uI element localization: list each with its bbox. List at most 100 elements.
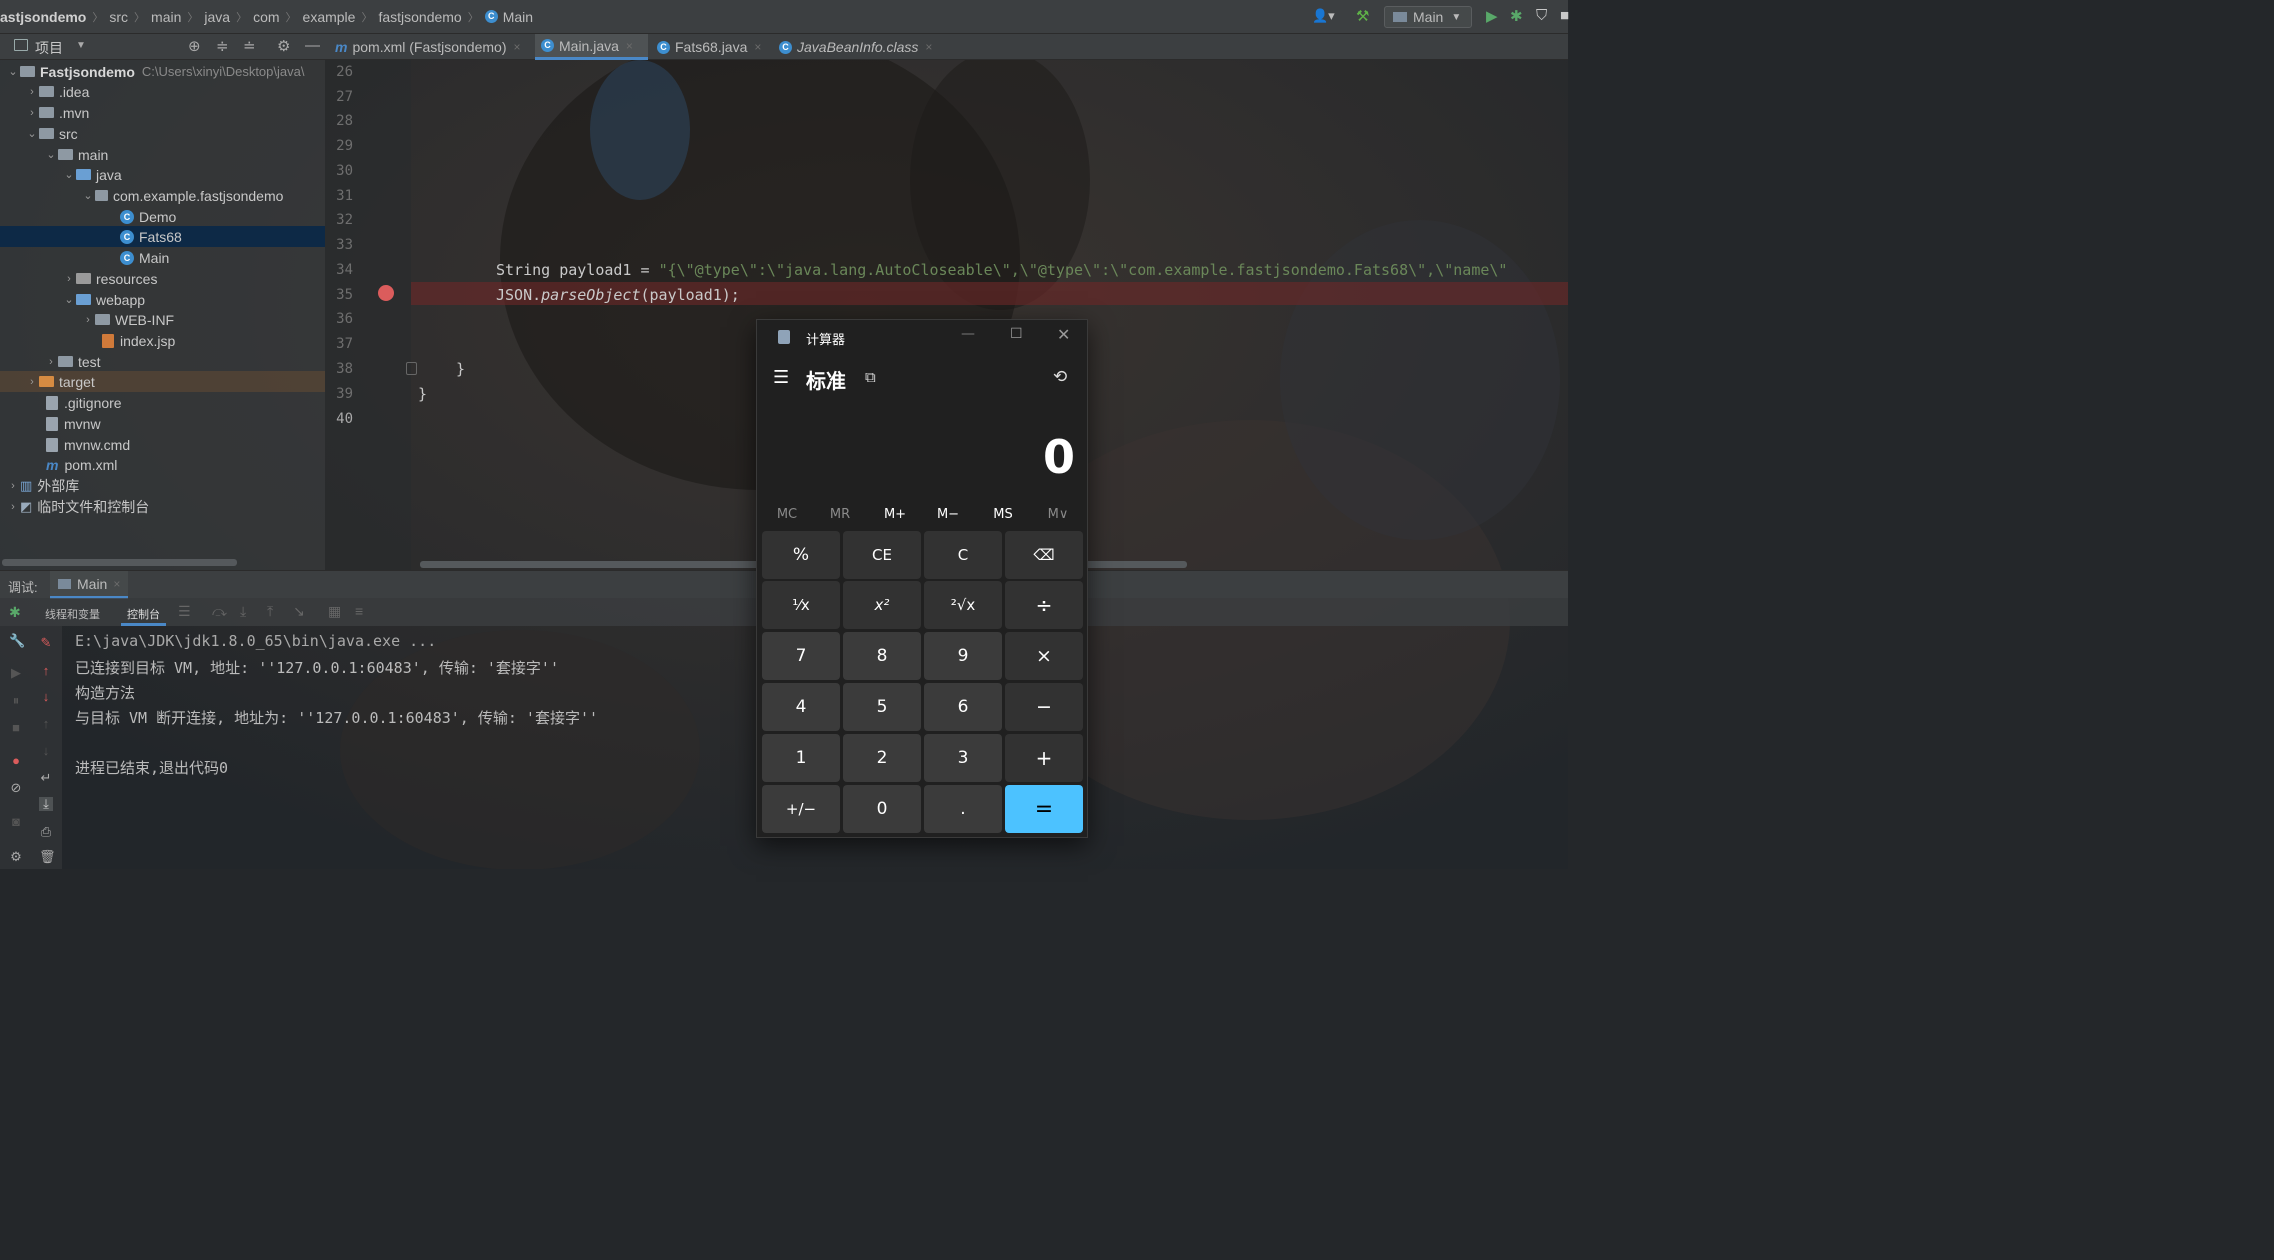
digit-9-button[interactable]: 9 bbox=[924, 632, 1002, 680]
breadcrumb-main[interactable]: main bbox=[151, 9, 181, 25]
chevron-right-icon[interactable]: › bbox=[81, 314, 95, 326]
reciprocal-button[interactable]: ¹⁄x bbox=[762, 581, 840, 629]
tree-item-web-inf[interactable]: › WEB-INF bbox=[0, 309, 325, 330]
breadcrumb-example[interactable]: example bbox=[303, 9, 356, 25]
tree-item-mvnw[interactable]: mvnw bbox=[0, 413, 325, 434]
maximize-icon[interactable]: ☐ bbox=[1010, 326, 1023, 342]
tree-item-src[interactable]: ⌄ src bbox=[0, 123, 325, 144]
memory-clear-button[interactable]: MC bbox=[767, 507, 807, 522]
tree-item-fats68[interactable]: C Fats68 bbox=[0, 226, 325, 247]
digit-3-button[interactable]: 3 bbox=[924, 734, 1002, 782]
chevron-down-icon[interactable]: ⌄ bbox=[25, 127, 39, 140]
digit-1-button[interactable]: 1 bbox=[762, 734, 840, 782]
scroll-to-end-icon[interactable]: ⤓ bbox=[39, 797, 53, 811]
breadcrumb-project[interactable]: astjsondemo bbox=[0, 9, 86, 25]
project-view-dropdown-icon[interactable]: ▼ bbox=[76, 40, 86, 51]
tab-main-java[interactable]: C Main.java × bbox=[535, 34, 648, 60]
print-icon[interactable]: ⎙ bbox=[39, 825, 53, 839]
digit-8-button[interactable]: 8 bbox=[843, 632, 921, 680]
digit-2-button[interactable]: 2 bbox=[843, 734, 921, 782]
tree-item-package[interactable]: ⌄ com.example.fastjsondemo bbox=[0, 185, 325, 206]
tree-item-idea[interactable]: › .idea bbox=[0, 81, 325, 102]
memory-add-button[interactable]: M+ bbox=[875, 507, 915, 522]
tree-item-scratches[interactable]: › ◩ 临时文件和控制台 bbox=[0, 496, 325, 517]
arrow-up-icon[interactable]: ↑ bbox=[39, 664, 53, 678]
close-icon[interactable]: × bbox=[626, 39, 633, 53]
tree-item-mvn[interactable]: › .mvn bbox=[0, 102, 325, 123]
tree-item-external-libraries[interactable]: › ▥ 外部库 bbox=[0, 475, 325, 496]
stop-icon[interactable]: ■ bbox=[1560, 7, 1569, 24]
tree-item-project-root[interactable]: ⌄ Fastjsondemo C:\Users\xinyi\Desktop\ja… bbox=[0, 61, 325, 82]
debug-bug-icon[interactable]: ✱ bbox=[1510, 7, 1523, 25]
tree-item-mvnw-cmd[interactable]: mvnw.cmd bbox=[0, 434, 325, 455]
chevron-right-icon[interactable]: › bbox=[25, 107, 39, 119]
tab-threads-variables[interactable]: 线程和变量 bbox=[45, 606, 100, 622]
arrow-down-icon[interactable]: ↓ bbox=[39, 690, 53, 704]
tree-item-pom-xml[interactable]: m pom.xml bbox=[0, 454, 325, 475]
tree-item-webapp[interactable]: ⌄ webapp bbox=[0, 289, 325, 310]
digit-0-button[interactable]: 0 bbox=[843, 785, 921, 833]
subtract-button[interactable]: − bbox=[1005, 683, 1083, 731]
tab-console[interactable]: 控制台 bbox=[121, 598, 166, 626]
breakpoint-icon[interactable] bbox=[378, 285, 394, 301]
divide-button[interactable]: ÷ bbox=[1005, 581, 1083, 629]
tree-item-demo[interactable]: C Demo bbox=[0, 206, 325, 227]
digit-7-button[interactable]: 7 bbox=[762, 632, 840, 680]
locate-icon[interactable]: ⊕ bbox=[188, 37, 201, 55]
run-to-cursor-icon[interactable]: ↘ bbox=[293, 603, 305, 620]
square-root-button[interactable]: ²√x bbox=[924, 581, 1002, 629]
clear-entry-button[interactable]: CE bbox=[843, 531, 921, 579]
tree-item-main-class[interactable]: C Main bbox=[0, 247, 325, 268]
tree-item-target[interactable]: › target bbox=[0, 371, 325, 392]
menu-icon[interactable]: ☰ bbox=[178, 603, 191, 620]
run-icon[interactable]: ▶ bbox=[1486, 7, 1498, 25]
chevron-down-icon[interactable]: ⌄ bbox=[6, 65, 20, 78]
close-icon[interactable]: ✕ bbox=[1057, 325, 1070, 344]
chevron-right-icon[interactable]: › bbox=[62, 273, 76, 285]
close-icon[interactable]: × bbox=[925, 40, 932, 54]
tab-pom-xml[interactable]: m pom.xml (Fastjsondemo) × bbox=[329, 34, 527, 60]
tree-item-index-jsp[interactable]: index.jsp bbox=[0, 330, 325, 351]
chevron-right-icon[interactable]: › bbox=[25, 376, 39, 388]
chevron-right-icon[interactable]: › bbox=[25, 86, 39, 98]
square-button[interactable]: x² bbox=[843, 581, 921, 629]
user-icon[interactable]: 👤▾ bbox=[1312, 8, 1335, 24]
project-panel-title[interactable]: 项目 bbox=[35, 38, 63, 58]
percent-button[interactable]: % bbox=[762, 531, 840, 579]
expand-all-icon[interactable]: ≑ bbox=[216, 37, 229, 55]
close-icon[interactable]: × bbox=[754, 40, 761, 54]
digit-4-button[interactable]: 4 bbox=[762, 683, 840, 731]
hamburger-menu-icon[interactable]: ☰ bbox=[773, 367, 789, 388]
step-out-icon[interactable]: ⤒ bbox=[267, 603, 273, 620]
gear-icon[interactable]: ⚙ bbox=[277, 37, 290, 55]
arrow-down-icon[interactable]: ↓ bbox=[39, 744, 53, 758]
close-icon[interactable]: × bbox=[113, 577, 120, 591]
coverage-icon[interactable]: ⛉ bbox=[1536, 7, 1547, 24]
backspace-button[interactable]: ⌫ bbox=[1005, 531, 1083, 579]
history-icon[interactable]: ⟲ bbox=[1053, 367, 1067, 387]
chevron-down-icon[interactable]: ⌄ bbox=[62, 168, 76, 181]
mute-breakpoints-icon[interactable]: ⊘ bbox=[9, 781, 23, 795]
breadcrumb-java[interactable]: java bbox=[204, 9, 230, 25]
clear-icon[interactable]: ✎ bbox=[39, 636, 53, 650]
tree-item-test[interactable]: › test bbox=[0, 351, 325, 372]
arrow-up-icon[interactable]: ↑ bbox=[39, 717, 53, 731]
evaluate-icon[interactable]: ▦ bbox=[328, 603, 341, 620]
stop-icon[interactable]: ■ bbox=[9, 721, 23, 735]
step-over-icon[interactable]: ⤼ bbox=[212, 603, 227, 620]
debug-session-tab[interactable]: Main × bbox=[50, 571, 129, 599]
breadcrumb-com[interactable]: com bbox=[253, 9, 279, 25]
collapse-all-icon[interactable]: ≐ bbox=[243, 37, 256, 55]
chevron-right-icon[interactable]: › bbox=[6, 480, 20, 492]
wrench-icon[interactable]: 🔧 bbox=[9, 634, 25, 648]
settings-icon[interactable]: ⚙ bbox=[9, 850, 23, 864]
chevron-right-icon[interactable]: › bbox=[6, 501, 20, 513]
clear-button[interactable]: C bbox=[924, 531, 1002, 579]
digit-5-button[interactable]: 5 bbox=[843, 683, 921, 731]
resume-icon[interactable]: ▶ bbox=[9, 666, 23, 680]
decimal-button[interactable]: . bbox=[924, 785, 1002, 833]
breadcrumb-src[interactable]: src bbox=[109, 9, 128, 25]
view-breakpoints-icon[interactable]: ● bbox=[9, 754, 23, 768]
soft-wrap-icon[interactable]: ↵ bbox=[39, 771, 53, 785]
run-config-select[interactable]: Main ▼ bbox=[1384, 6, 1472, 28]
